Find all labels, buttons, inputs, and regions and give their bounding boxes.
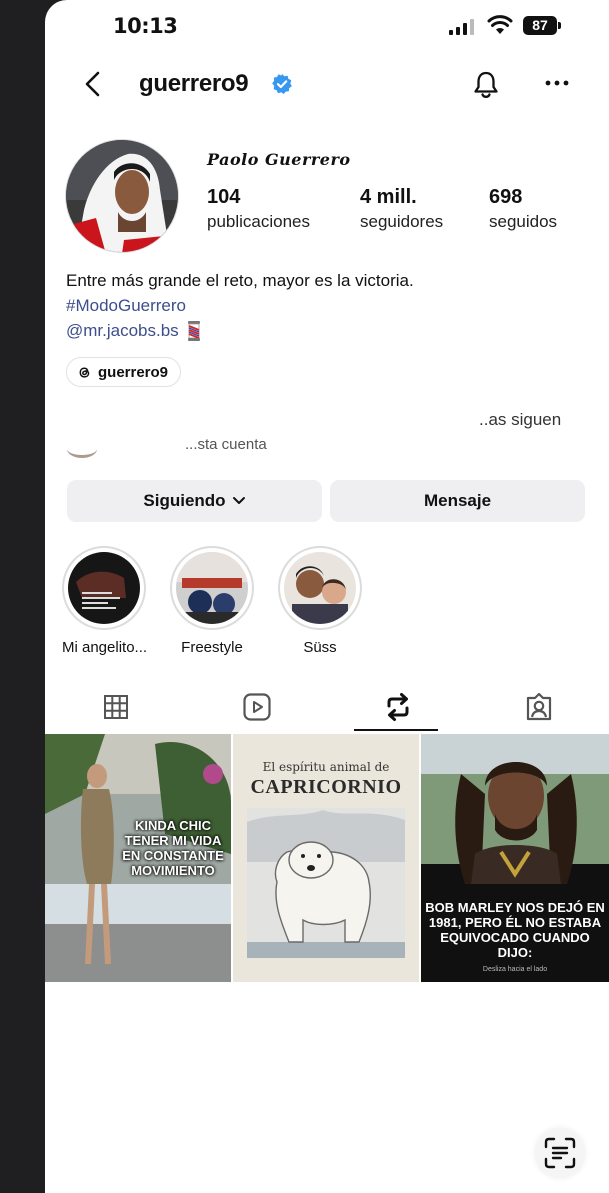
tab-grid[interactable]	[45, 680, 186, 734]
posts-grid: KINDA CHIC TENER MI VIDA EN CONSTANTE MO…	[45, 734, 609, 982]
content-tabs	[45, 680, 609, 734]
avatar-image	[66, 140, 178, 252]
highlight-cover-image	[284, 552, 356, 624]
highlight-ring	[278, 546, 362, 630]
more-options-icon[interactable]	[545, 78, 569, 88]
chevron-down-icon	[232, 497, 245, 504]
post-title: CAPRICORNIO	[250, 776, 402, 798]
reels-icon	[242, 693, 271, 721]
tab-reels[interactable]	[186, 680, 327, 734]
tab-tagged[interactable]	[468, 680, 609, 734]
signal-icon	[449, 19, 474, 35]
profile-avatar[interactable]	[65, 139, 179, 253]
highlight-label: Süss	[303, 639, 337, 656]
notification-bell-icon[interactable]	[471, 70, 501, 100]
grid-icon	[103, 695, 128, 719]
stat-posts-label: publicaciones	[207, 212, 311, 231]
highlight-item[interactable]: Mi angelito...	[62, 546, 148, 656]
highlight-item[interactable]: Süss	[278, 546, 362, 656]
message-label: Mensaje	[423, 491, 492, 510]
message-button[interactable]: Mensaje	[330, 480, 585, 522]
threads-handle: guerrero9	[98, 363, 169, 381]
highlight-cover-image	[176, 552, 248, 624]
profile-header: guerrero9	[45, 60, 609, 108]
highlight-cover	[68, 552, 140, 624]
highlight-cover	[176, 552, 248, 624]
header-username: guerrero9	[139, 70, 249, 97]
battery-tip	[558, 22, 561, 29]
stat-followers-value: 4 mill.	[360, 186, 417, 208]
scan-text-icon	[544, 1137, 576, 1169]
highlight-label: Freestyle	[181, 639, 243, 656]
verified-badge-icon	[272, 74, 292, 94]
post-caption: BOB MARLEY NOS DEJÓ EN 1981, PERO ÉL NO …	[425, 900, 605, 960]
scan-text-button[interactable]	[535, 1128, 585, 1178]
stat-followers[interactable]: 4 mill. seguidores	[360, 186, 443, 232]
highlight-cover-image	[68, 552, 140, 624]
stat-following-value: 698	[489, 186, 523, 208]
highlight-label: Mi angelito...	[62, 639, 148, 656]
wifi-icon	[487, 15, 513, 34]
mention-link[interactable]: @mr.jacobs.bs	[66, 318, 179, 343]
bio-text: Entre más grande el reto, mayor es la vi…	[66, 271, 414, 290]
highlight-ring	[170, 546, 254, 630]
stat-followers-label: seguidores	[360, 212, 444, 231]
highlight-item[interactable]: Freestyle	[170, 546, 254, 656]
stat-posts-value: 104	[207, 186, 241, 208]
polar-bear-illustration	[247, 808, 405, 958]
threads-badge[interactable]: guerrero9	[66, 357, 182, 387]
post-thumbnail[interactable]: KINDA CHIC TENER MI VIDA EN CONSTANTE MO…	[45, 734, 231, 982]
reposts-icon	[387, 693, 408, 721]
post-kicker: El espíritu animal de	[262, 760, 390, 774]
stat-following-label: seguidos	[489, 212, 558, 231]
following-label: Siguiendo	[143, 491, 226, 510]
active-tab-indicator	[354, 729, 438, 731]
mutual-follower-avatar	[67, 440, 97, 458]
post-thumbnail[interactable]: El espíritu animal de CAPRICORNIO	[233, 734, 419, 982]
profile-bio: Entre más grande el reto, mayor es la vi…	[66, 268, 586, 343]
highlight-ring	[62, 546, 146, 630]
post-footer: Desliza hacia el lado	[482, 966, 548, 973]
stat-posts[interactable]: 104 publicaciones	[207, 186, 310, 232]
stat-following[interactable]: 698 seguidos	[489, 186, 557, 232]
back-arrow-icon[interactable]	[81, 70, 105, 98]
battery-icon: 87	[523, 16, 557, 35]
hashtag-link[interactable]: #ModoGuerrero	[66, 293, 586, 318]
tagged-icon	[526, 692, 551, 721]
tab-reposts[interactable]	[327, 680, 468, 734]
status-bar: 10:13 87	[45, 0, 609, 52]
following-button[interactable]: Siguiendo	[67, 480, 322, 522]
phone-screen: 10:13 87 guerrero9 Paolo Guerrero 104 pu…	[45, 0, 609, 1193]
clock: 10:13	[113, 14, 178, 38]
followed-by-text-cut: ...sta cuenta	[185, 436, 267, 453]
highlight-cover	[284, 552, 356, 624]
barber-pole-icon	[187, 320, 200, 341]
display-name: Paolo Guerrero	[207, 150, 351, 169]
followed-by-text[interactable]: ..as siguen	[479, 410, 561, 430]
threads-icon	[79, 367, 90, 378]
post-thumbnail[interactable]: BOB MARLEY NOS DEJÓ EN 1981, PERO ÉL NO …	[421, 734, 609, 982]
post-caption: KINDA CHIC TENER MI VIDA EN CONSTANTE MO…	[122, 818, 224, 878]
